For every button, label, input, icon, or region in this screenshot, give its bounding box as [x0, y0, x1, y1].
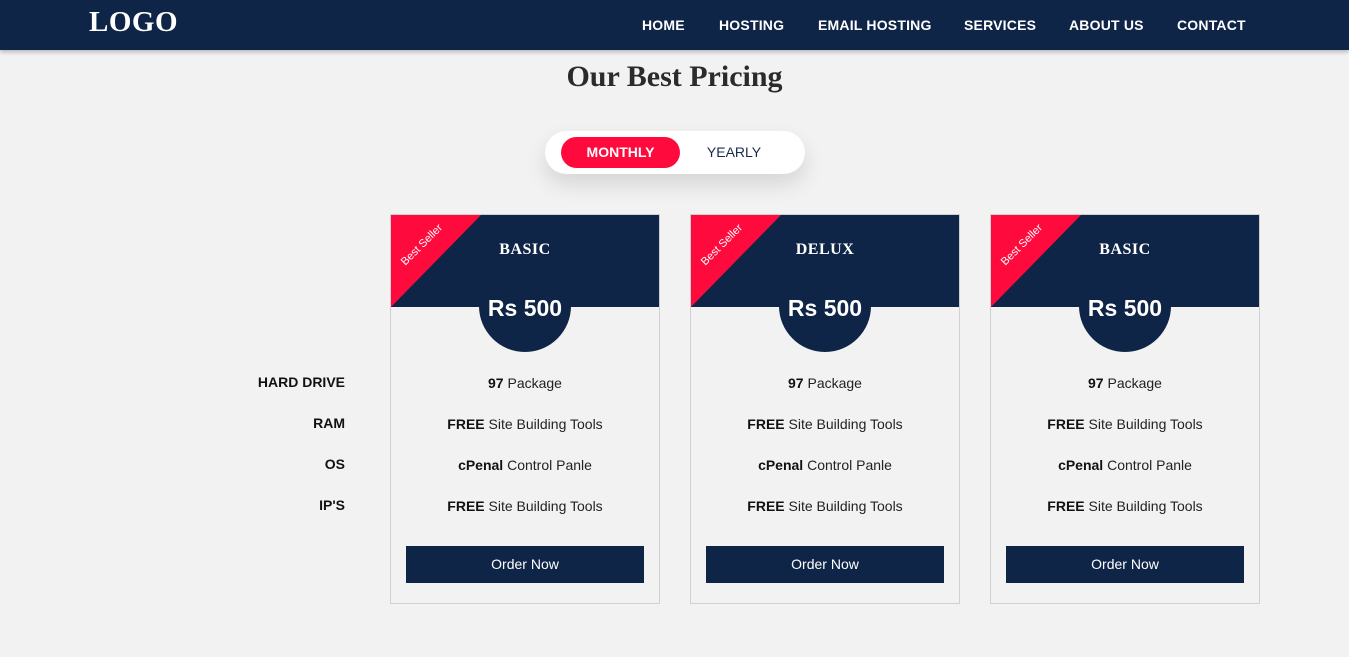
feature-ram: FREE Site Building Tools [747, 416, 903, 432]
feature-label-os: OS [324, 456, 345, 472]
feature-label-hard-drive: HARD DRIVE [257, 374, 345, 390]
nav-item-about-us[interactable]: ABOUT US [1069, 17, 1144, 33]
plan-price: Rs 500 [787, 295, 863, 321]
nav-menu: HOME HOSTING EMAIL HOSTING SERVICES ABOU… [0, 17, 1349, 35]
pricing-card-basic-2: Best Seller BASIC Rs 500 97 Package FREE… [990, 214, 1260, 604]
nav-item-contact[interactable]: CONTACT [1177, 17, 1246, 33]
feature-hard-drive: 97 Package [788, 375, 862, 391]
feature-ips: FREE Site Building Tools [447, 498, 603, 514]
feature-hard-drive: 97 Package [488, 375, 562, 391]
feature-label-ips: IP'S [319, 497, 345, 513]
pricing-card-basic: Best Seller BASIC Rs 500 97 Package FREE… [390, 214, 660, 604]
plan-name: BASIC [499, 241, 551, 258]
feature-label-ram: RAM [313, 415, 345, 431]
plan-name: BASIC [1099, 241, 1151, 258]
billing-period-toggle: MONTHLY YEARLY [545, 131, 805, 174]
plan-name: DELUX [795, 241, 855, 258]
navbar: LOGO HOME HOSTING EMAIL HOSTING SERVICES… [0, 0, 1349, 50]
nav-item-home[interactable]: HOME [642, 17, 685, 33]
feature-ram: FREE Site Building Tools [447, 416, 603, 432]
feature-ips: FREE Site Building Tools [1047, 498, 1203, 514]
feature-ips: FREE Site Building Tools [747, 498, 903, 514]
feature-os: cPenal Control Panle [758, 457, 892, 473]
feature-ram: FREE Site Building Tools [1047, 416, 1203, 432]
order-now-button[interactable]: Order Now [706, 546, 944, 583]
page-title: Our Best Pricing [566, 60, 783, 93]
feature-os: cPenal Control Panle [458, 457, 592, 473]
nav-item-services[interactable]: SERVICES [964, 17, 1036, 33]
pricing-card-delux: Best Seller DELUX Rs 500 97 Package FREE… [690, 214, 960, 604]
monthly-toggle-button[interactable]: MONTHLY [561, 137, 680, 168]
feature-os: cPenal Control Panle [1058, 457, 1192, 473]
plan-price: Rs 500 [487, 295, 563, 321]
order-now-button[interactable]: Order Now [406, 546, 644, 583]
nav-item-email-hosting[interactable]: EMAIL HOSTING [818, 17, 932, 33]
plan-price: Rs 500 [1087, 295, 1163, 321]
feature-hard-drive: 97 Package [1088, 375, 1162, 391]
nav-item-hosting[interactable]: HOSTING [719, 17, 784, 33]
order-now-button[interactable]: Order Now [1006, 546, 1244, 583]
yearly-toggle-button[interactable]: YEARLY [686, 137, 782, 168]
